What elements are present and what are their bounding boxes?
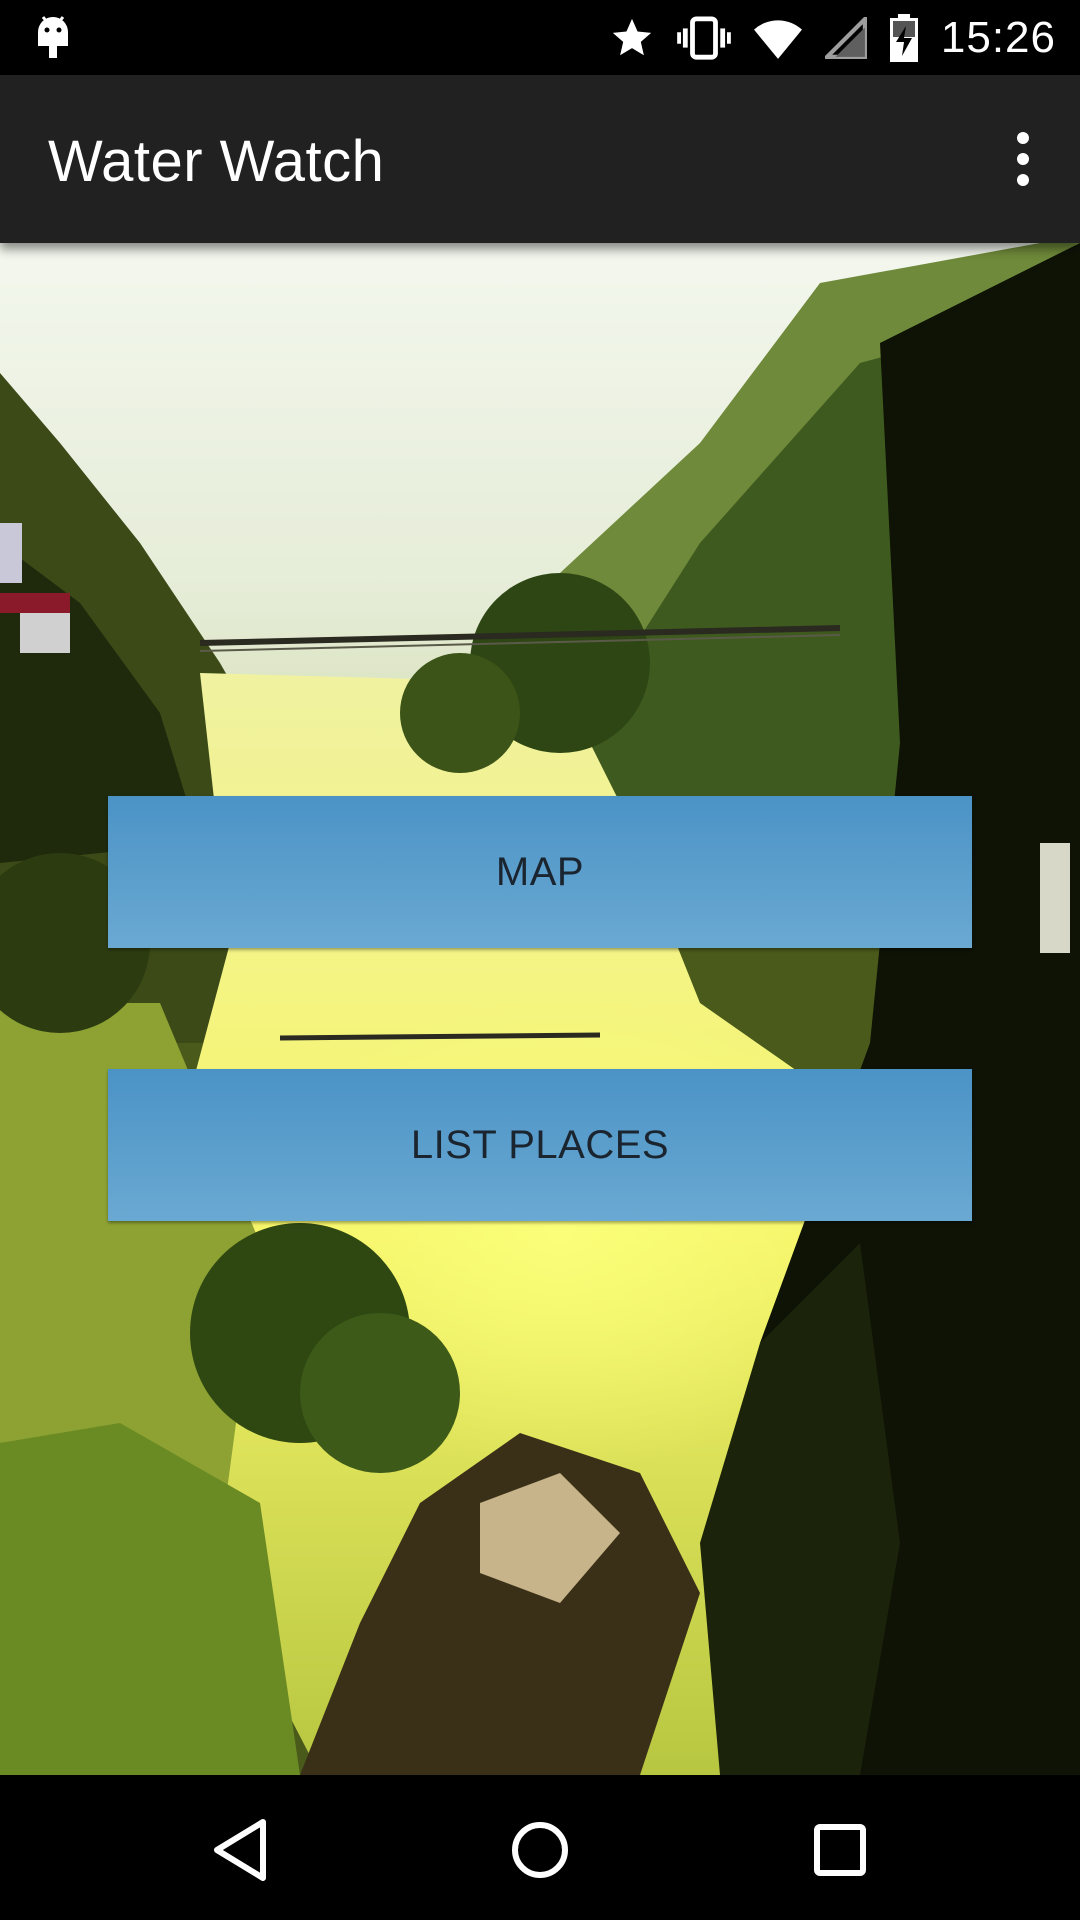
wifi-icon <box>753 19 802 59</box>
battery-charging-icon <box>889 13 918 62</box>
back-icon <box>214 1819 266 1881</box>
menu-dot <box>1017 174 1029 186</box>
status-bar: 15:26 <box>0 0 1080 75</box>
main-content: MAP LIST PLACES <box>0 243 1080 1775</box>
navigation-bar <box>0 1775 1080 1920</box>
river-valley-background <box>0 243 1080 1775</box>
map-button[interactable]: MAP <box>108 796 972 948</box>
vibrate-icon <box>677 15 731 60</box>
app-bar: Water Watch <box>0 75 1080 243</box>
overflow-menu-icon[interactable] <box>992 119 1054 199</box>
star-icon <box>612 18 652 55</box>
menu-dot <box>1017 132 1029 144</box>
recents-icon <box>814 1824 866 1876</box>
app-title: Water Watch <box>48 129 385 194</box>
cell-signal-icon <box>824 16 867 59</box>
list-places-button[interactable]: LIST PLACES <box>108 1069 972 1221</box>
android-debug-icon <box>38 16 68 58</box>
recents-button[interactable] <box>795 1805 885 1895</box>
home-button[interactable] <box>495 1805 585 1895</box>
clock: 15:26 <box>940 12 1056 62</box>
menu-dot <box>1017 153 1029 165</box>
home-icon <box>512 1822 568 1878</box>
back-button[interactable] <box>196 1805 286 1895</box>
screen: 15:26 Water Watch MAP LIST PLACES <box>0 0 1080 1920</box>
